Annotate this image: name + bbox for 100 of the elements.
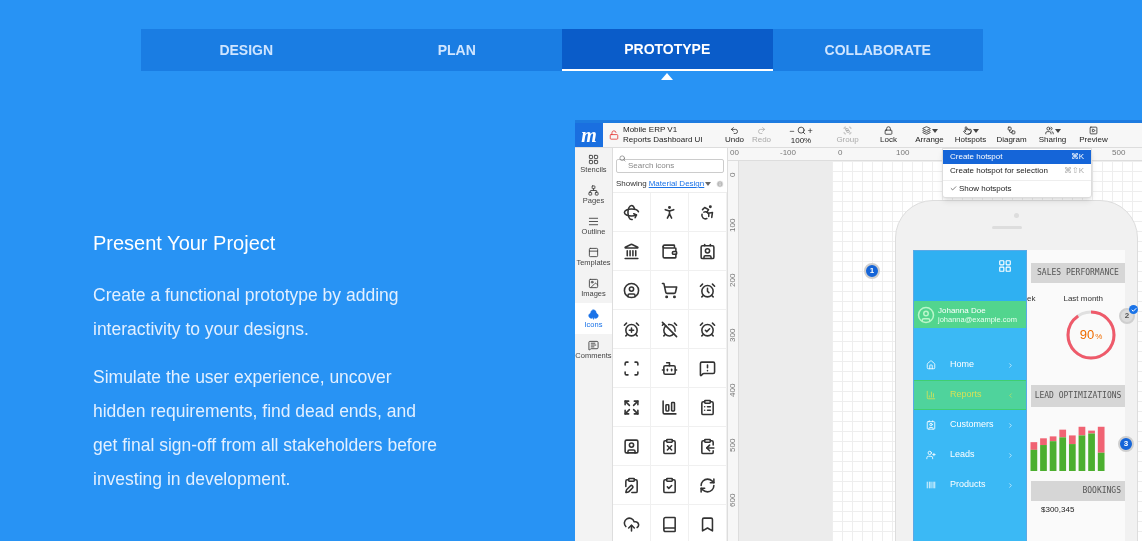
ruler-label: 100 bbox=[728, 218, 738, 232]
bar-chart-icon[interactable] bbox=[661, 398, 678, 416]
scan-icon[interactable] bbox=[623, 359, 640, 377]
robot-icon[interactable] bbox=[661, 359, 678, 377]
gauge-label: ek bbox=[1027, 293, 1036, 305]
users-icon bbox=[1044, 126, 1054, 135]
bookmark-icon[interactable] bbox=[699, 515, 716, 533]
ruler-label: -100 bbox=[780, 148, 796, 158]
expand-icon[interactable] bbox=[623, 398, 640, 416]
user-name: Johanna Doe bbox=[938, 305, 987, 315]
grid-icon bbox=[998, 259, 1012, 273]
grid-icon bbox=[588, 153, 599, 165]
ruler-label: 200 bbox=[728, 273, 738, 287]
user-circle-icon[interactable] bbox=[623, 281, 640, 299]
undo-icon bbox=[730, 126, 739, 135]
ruler-label: 100 bbox=[896, 148, 910, 158]
section-label: LEAD OPTIMIZATIONS bbox=[1031, 385, 1125, 407]
accessibility-icon[interactable] bbox=[699, 203, 716, 221]
page-title: Reports Dashboard UI bbox=[623, 135, 703, 145]
amount-value: $300,345 bbox=[1041, 505, 1076, 515]
layout-icon bbox=[588, 246, 599, 258]
library-link[interactable]: Material Design bbox=[648, 178, 705, 190]
ruler-label: 300 bbox=[728, 328, 738, 342]
menu-item[interactable]: Create hotspot ⌘K bbox=[943, 150, 1091, 164]
undo-button[interactable]: Undo bbox=[721, 123, 748, 147]
description-paragraph: Simulate the user experience, uncover hidden requirements, find dead ends, and get final sign-off from all stakeholders before investing in development. bbox=[93, 366, 439, 491]
chevron-icon bbox=[1007, 451, 1014, 459]
chevron-icon bbox=[1007, 421, 1014, 429]
alarm-add-icon[interactable] bbox=[623, 320, 640, 338]
clipboard-pen-icon[interactable] bbox=[623, 476, 640, 494]
gauge-value: 90 bbox=[1079, 326, 1095, 345]
cart-icon[interactable] bbox=[661, 281, 678, 299]
ruler-label: 500 bbox=[1112, 148, 1126, 158]
section-label: SALES PERFORMANCE bbox=[1031, 263, 1125, 283]
check-icon bbox=[950, 185, 957, 192]
alarm-off-icon[interactable] bbox=[661, 320, 678, 338]
search-field[interactable]: Search icons bbox=[616, 158, 724, 173]
lines-icon bbox=[588, 215, 599, 227]
avatar-icon bbox=[917, 305, 935, 324]
search-icon bbox=[619, 155, 626, 162]
bank-icon[interactable] bbox=[623, 242, 640, 260]
description-paragraph: Create a functional prototype by adding interactivity to your designs. bbox=[93, 284, 400, 341]
refresh-icon[interactable] bbox=[699, 476, 716, 494]
menu-item[interactable]: Create hotspot for selection ⌘⇧K bbox=[943, 164, 1091, 178]
lock-icon bbox=[884, 126, 893, 135]
clipboard-check-icon[interactable] bbox=[661, 476, 678, 494]
cloud-upload-icon[interactable] bbox=[623, 515, 640, 533]
toolbar-button[interactable]: Sharing bbox=[1032, 123, 1073, 147]
hand-pointer-icon bbox=[962, 126, 972, 135]
menu-item[interactable]: Show hotspots bbox=[943, 180, 1091, 196]
info-icon bbox=[716, 180, 724, 188]
section-heading: Present Your Project bbox=[93, 231, 277, 256]
caret-icon bbox=[931, 128, 938, 133]
chevron-icon bbox=[1007, 481, 1014, 489]
alarm-check-icon[interactable] bbox=[699, 320, 716, 338]
zoom-in-button[interactable]: + bbox=[807, 125, 813, 136]
toolbar-button[interactable]: Preview bbox=[1073, 123, 1114, 147]
showing-label: Showing bbox=[616, 178, 647, 190]
shortcut-label: ⌘⇧K bbox=[1063, 165, 1084, 177]
toolbar-button[interactable]: Lock bbox=[868, 123, 909, 147]
zoom-icon bbox=[796, 126, 806, 135]
lock-icon bbox=[609, 130, 619, 140]
toolbar-button[interactable]: Diagram bbox=[991, 123, 1032, 147]
chart-icon bbox=[926, 390, 936, 400]
toolbar-button[interactable]: Arrange bbox=[909, 123, 950, 147]
hotspot-marker[interactable]: 2 bbox=[1119, 308, 1135, 324]
ruler-label: 0 bbox=[838, 148, 843, 158]
ruler-label: 0 bbox=[728, 172, 738, 177]
clipboard-x-icon[interactable] bbox=[661, 437, 678, 455]
image-icon bbox=[588, 277, 599, 289]
club-icon bbox=[588, 308, 599, 320]
diagram-icon bbox=[1007, 126, 1016, 135]
gauge-unit: % bbox=[1095, 330, 1103, 343]
gauge-ring-drawing bbox=[1065, 309, 1117, 361]
barcode-icon bbox=[926, 480, 936, 490]
rotate-3d-icon[interactable] bbox=[623, 203, 640, 221]
clipboard-copy-icon[interactable] bbox=[699, 437, 716, 455]
home-icon bbox=[926, 360, 936, 370]
user-badge-icon[interactable] bbox=[623, 437, 640, 455]
sitemap-icon bbox=[588, 184, 599, 196]
alarm-icon[interactable] bbox=[699, 281, 716, 299]
zoom-out-button[interactable]: − bbox=[789, 125, 795, 136]
ruler-label: 400 bbox=[728, 383, 738, 397]
wallet-icon[interactable] bbox=[661, 242, 678, 260]
zoom-level: 100% bbox=[790, 135, 812, 145]
contact-icon bbox=[926, 420, 936, 430]
ruler-label: 00 bbox=[730, 148, 739, 158]
layers-icon bbox=[921, 126, 931, 135]
caret-icon bbox=[1054, 128, 1061, 133]
contact-card-icon[interactable] bbox=[699, 242, 716, 260]
toolbar-button[interactable]: Hotspots bbox=[950, 123, 991, 147]
alert-message-icon[interactable] bbox=[699, 359, 716, 377]
play-icon bbox=[1089, 126, 1098, 135]
user-add-icon bbox=[926, 450, 936, 460]
app-logo: m bbox=[575, 123, 603, 147]
chevron-icon bbox=[1007, 391, 1014, 399]
project-title: Mobile ERP V1 bbox=[623, 125, 679, 135]
clipboard-list-icon[interactable] bbox=[699, 398, 716, 416]
ruler-label: 600 bbox=[728, 493, 738, 507]
book-icon[interactable] bbox=[661, 515, 678, 533]
